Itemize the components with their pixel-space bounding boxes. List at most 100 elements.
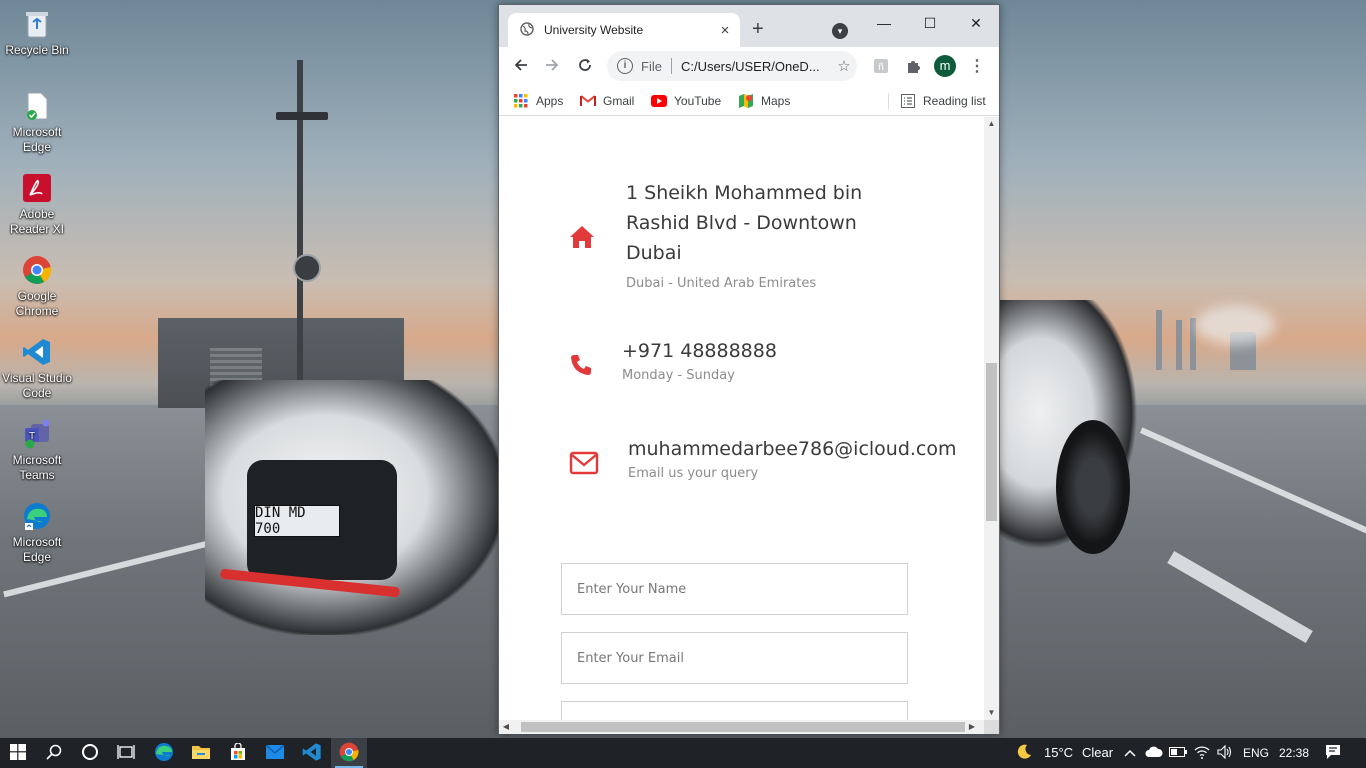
desktop-icon-recycle-bin[interactable]: Recycle Bin xyxy=(2,8,72,58)
svg-text:ñ: ñ xyxy=(878,62,884,73)
search-icon xyxy=(46,744,62,763)
chrome-icon xyxy=(339,742,359,765)
bookmark-label: YouTube xyxy=(674,94,722,108)
phone-icon xyxy=(569,353,593,380)
reading-list-button[interactable]: Reading list xyxy=(900,90,986,112)
horizontal-scrollbar[interactable]: ◀ ▶ xyxy=(499,720,984,734)
taskbar: 15°C Clear ENG 22:38 xyxy=(0,738,1366,768)
adobe-reader-icon xyxy=(21,172,53,204)
new-tab-button[interactable]: + xyxy=(752,19,764,39)
taskbar-mail[interactable] xyxy=(257,738,293,768)
tab-search-button[interactable]: ▾ xyxy=(832,23,848,39)
vertical-scroll-thumb[interactable] xyxy=(986,363,997,521)
address-sub: Dubai - United Arab Emirates xyxy=(626,276,817,291)
tab-university-website[interactable]: University Website × xyxy=(508,13,740,47)
address-bar[interactable]: i File C:/Users/USER/OneD... ☆ xyxy=(607,51,857,81)
bookmark-label: Apps xyxy=(536,94,564,108)
email-address[interactable]: muhammedarbee786@icloud.com xyxy=(628,434,957,464)
weather-temp[interactable]: 15°C xyxy=(1044,738,1073,768)
name-input[interactable] xyxy=(561,563,908,615)
arrow-left-icon xyxy=(513,57,529,78)
more-menu-icon[interactable]: ⋮ xyxy=(969,57,985,77)
battery-tray[interactable] xyxy=(1166,738,1190,768)
desktop-icon-label: Recycle Bin xyxy=(5,43,69,57)
bookmark-label: Gmail xyxy=(603,94,635,108)
weather-widget[interactable] xyxy=(1006,738,1042,768)
bookmark-gmail[interactable]: Gmail xyxy=(580,90,634,112)
address-line3: Dubai xyxy=(626,242,682,264)
taskbar-chrome[interactable] xyxy=(331,738,367,768)
vertical-scrollbar[interactable]: ▲ ▼ xyxy=(984,117,999,720)
phone-block: +971 48888888 Monday - Sunday xyxy=(622,336,777,383)
bookmark-apps[interactable]: Apps xyxy=(513,90,563,112)
taskbar-store[interactable] xyxy=(220,738,256,768)
tab-close-icon[interactable]: × xyxy=(714,22,736,39)
email-note: Email us your query xyxy=(628,466,759,481)
email-input[interactable] xyxy=(561,632,908,684)
teams-icon: T xyxy=(21,418,53,450)
reading-list-label: Reading list xyxy=(923,94,986,108)
action-center-button[interactable] xyxy=(1318,738,1348,768)
divider xyxy=(670,58,672,74)
extensions-menu-button[interactable] xyxy=(903,57,923,77)
puzzle-icon xyxy=(905,58,921,77)
wallpaper-sign xyxy=(293,254,321,282)
bookmarks-bar: Apps Gmail YouTube Maps Reading list xyxy=(499,85,999,116)
desktop-icon-label: Visual Studio Code xyxy=(2,371,72,400)
scroll-right-icon[interactable]: ▶ xyxy=(965,720,979,734)
cortana-button[interactable] xyxy=(72,738,108,768)
volume-tray[interactable] xyxy=(1213,738,1237,768)
battery-icon xyxy=(1169,746,1187,760)
clock[interactable]: 22:38 xyxy=(1279,738,1309,768)
start-button[interactable] xyxy=(0,738,36,768)
desktop-icon-label: Microsoft Teams xyxy=(12,453,62,482)
info-icon[interactable]: i xyxy=(617,58,633,74)
url-text[interactable]: C:/Users/USER/OneD... xyxy=(681,59,831,74)
extension-icon: ñ xyxy=(873,58,889,77)
scroll-up-icon[interactable]: ▲ xyxy=(984,117,999,131)
reload-icon xyxy=(577,57,593,78)
desktop-icon-teams[interactable]: T Microsoft Teams xyxy=(2,418,72,483)
taskbar-vscode[interactable] xyxy=(294,738,330,768)
email-block: muhammedarbee786@icloud.com Email us you… xyxy=(628,434,957,481)
subject-input[interactable] xyxy=(561,701,908,720)
search-button[interactable] xyxy=(36,738,72,768)
close-window-button[interactable]: ✕ xyxy=(953,9,999,37)
desktop-icon-chrome[interactable]: Google Chrome xyxy=(2,254,72,319)
bookmark-youtube[interactable]: YouTube xyxy=(651,90,721,112)
desktop-icon-vscode[interactable]: Visual Studio Code xyxy=(2,336,72,401)
taskbar-edge[interactable] xyxy=(146,738,182,768)
minimize-button[interactable]: — xyxy=(861,9,907,37)
tab-strip: University Website × + ▾ — ☐ ✕ xyxy=(499,5,999,47)
extension-button[interactable]: ñ xyxy=(871,57,891,77)
bookmark-maps[interactable]: Maps xyxy=(738,90,790,112)
tab-title: University Website xyxy=(544,23,644,37)
desktop-icon-edge[interactable]: Microsoft Edge xyxy=(2,500,72,565)
edge-icon xyxy=(154,742,174,765)
weather-condition[interactable]: Clear xyxy=(1082,738,1113,768)
bookmark-label: Maps xyxy=(761,94,791,108)
maximize-button[interactable]: ☐ xyxy=(907,9,953,37)
apps-grid-icon xyxy=(513,93,529,109)
horizontal-scroll-thumb[interactable] xyxy=(521,722,965,732)
forward-button[interactable] xyxy=(540,55,564,79)
desktop-icon-adobe-reader[interactable]: Adobe Reader XI xyxy=(2,172,72,237)
scroll-down-icon[interactable]: ▼ xyxy=(984,706,999,720)
taskbar-file-explorer[interactable] xyxy=(183,738,219,768)
scroll-left-icon[interactable]: ◀ xyxy=(499,720,513,734)
bookmark-star-icon[interactable]: ☆ xyxy=(831,57,857,75)
input-language[interactable]: ENG xyxy=(1243,738,1269,768)
windows-logo-icon xyxy=(10,743,26,763)
network-tray[interactable] xyxy=(1190,738,1214,768)
address-block: 1 Sheikh Mohammed bin Rashid Blvd - Down… xyxy=(626,178,862,291)
desktop-icon-edge-doc[interactable]: Microsoft Edge xyxy=(2,90,72,155)
wifi-icon xyxy=(1194,745,1210,762)
task-view-button[interactable] xyxy=(108,738,144,768)
profile-avatar[interactable]: m xyxy=(934,55,956,77)
onedrive-tray[interactable] xyxy=(1142,738,1166,768)
back-button[interactable] xyxy=(509,55,533,79)
moon-icon xyxy=(1015,743,1033,764)
reload-button[interactable] xyxy=(573,55,597,79)
show-hidden-icons-button[interactable] xyxy=(1119,738,1141,768)
phone-number: +971 48888888 xyxy=(622,340,777,362)
